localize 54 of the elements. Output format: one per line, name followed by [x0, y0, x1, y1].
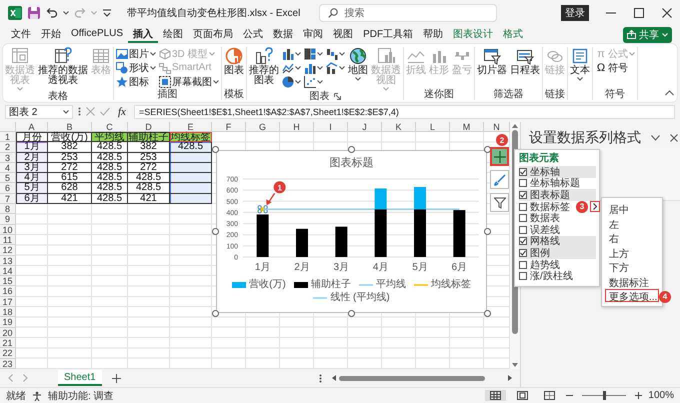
column-title-cell: 平均线 [92, 132, 128, 142]
group-label: 插图 [158, 89, 178, 100]
column-title-cell: 月份 [16, 132, 48, 142]
status-text: 就绪 [6, 390, 26, 402]
legend-label: 平均线 [376, 279, 406, 291]
group-label: 模板 [224, 89, 244, 100]
table-cell: 421 [128, 194, 170, 204]
group-label: 迷你图 [424, 89, 454, 100]
group-label: 符号 [605, 89, 625, 100]
table-cell: 428.5 [128, 183, 170, 194]
axis-label: 5月 [412, 262, 428, 273]
table-cell: 2月 [16, 152, 48, 163]
axis-label: 4月 [372, 262, 388, 273]
table-cell: 428.5 [92, 162, 128, 174]
group-label: 图表 [310, 91, 330, 102]
axis-label: 3月 [334, 262, 350, 273]
table-cell: 428.5 [92, 173, 128, 184]
table-cell: 6月 [16, 194, 48, 204]
pane-title: 设置数据系列格式 [529, 129, 641, 147]
table-cell: 253 [128, 152, 170, 163]
table-cell: 382 [128, 142, 170, 153]
table-cell: 428.5 [128, 173, 170, 184]
group-label: 表格 [48, 91, 68, 102]
table-cell: 382 [48, 142, 92, 153]
legend-label: 辅助柱子 [310, 279, 351, 291]
table-cell: 428.5 [170, 142, 212, 153]
number-badge: 1 [274, 181, 286, 194]
legend-label: 线性 (平均线) [330, 292, 390, 304]
table-cell: 428.5 [92, 142, 128, 153]
table-cell: 1月 [16, 142, 48, 153]
legend-label: 均线标签 [430, 279, 471, 291]
table-cell: 615 [48, 173, 92, 184]
axis-label: 6月 [452, 262, 468, 273]
group-label: 筛选器 [494, 89, 524, 100]
table-cell: 5月 [16, 183, 48, 194]
table-cell: 272 [128, 162, 170, 174]
table-cell: 428.5 [92, 183, 128, 194]
table-cell: 428.5 [92, 194, 128, 204]
table-cell: 4月 [16, 173, 48, 184]
legend-label: 营收(万) [249, 279, 286, 291]
table-cell: 421 [48, 194, 92, 204]
column-title-cell: 辅助柱子 [128, 132, 170, 142]
table-cell: 272 [48, 162, 92, 174]
menu-title: 图表元素 [519, 153, 560, 165]
table-cell: 628 [48, 183, 92, 194]
table-cell: 253 [48, 152, 92, 163]
table-cell: 3月 [16, 162, 48, 174]
number-badge: 4 [659, 290, 671, 302]
axis-label: 1月 [254, 262, 270, 273]
number-badge: 3 [576, 200, 588, 213]
axis-label: 2月 [294, 262, 310, 273]
group-label: 链接 [545, 89, 565, 100]
table-cell: 428.5 [92, 152, 128, 163]
window-title: 带平均值线自动变色柱形图.xlsx - Excel [127, 6, 300, 20]
